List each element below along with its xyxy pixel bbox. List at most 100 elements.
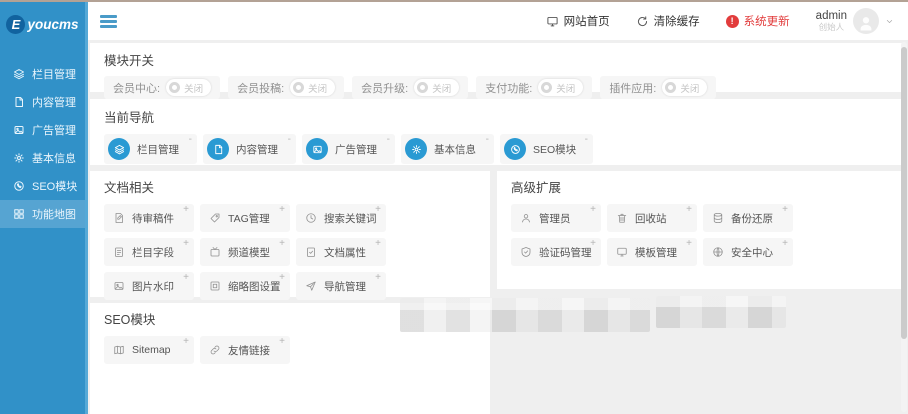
add-to-nav-button[interactable]: + xyxy=(375,273,381,283)
nav-card-column-manage[interactable]: 栏目管理 - xyxy=(104,134,197,164)
monitor-icon xyxy=(616,246,628,258)
app-logo[interactable]: E youcms xyxy=(0,2,85,34)
nav-card-content-manage[interactable]: 内容管理 - xyxy=(203,134,296,164)
toggle-knob xyxy=(541,82,553,93)
add-to-nav-button[interactable]: + xyxy=(590,239,596,249)
remove-from-nav-button[interactable]: - xyxy=(189,135,192,145)
card-image-watermark[interactable]: 图片水印 + xyxy=(104,272,194,300)
sidebar-item-ad-manage[interactable]: 广告管理 xyxy=(0,116,85,144)
card-recycle-bin[interactable]: 回收站 + xyxy=(607,204,697,232)
user-menu[interactable]: admin 创始人 xyxy=(816,8,894,34)
site-home-link[interactable]: 网站首页 xyxy=(546,13,610,29)
card-thumbnail-settings[interactable]: 缩略图设置 + xyxy=(200,272,290,300)
toggle-knob xyxy=(169,82,181,93)
module-switch-panel: 模块开关 会员中心: 关闭 会员投稿: 关闭 会员升级: 关闭 支付功能: 关闭… xyxy=(90,43,904,99)
clear-cache-link[interactable]: 清除缓存 xyxy=(636,13,700,29)
add-to-nav-button[interactable]: + xyxy=(279,205,285,215)
menu-toggle-icon[interactable] xyxy=(100,15,117,30)
gear-icon xyxy=(13,152,25,164)
card-grid: Sitemap + 友情链接 + xyxy=(104,336,392,364)
nav-card-basic-info[interactable]: 基本信息 - xyxy=(401,134,494,164)
layers-icon xyxy=(108,138,130,160)
card-captcha-manage[interactable]: 验证码管理 + xyxy=(511,238,601,266)
card-navigation-manage[interactable]: 导航管理 + xyxy=(296,272,386,300)
toggle-state: 关闭 xyxy=(308,83,328,95)
section-title: 当前导航 xyxy=(104,111,155,125)
sidebar-item-column-manage[interactable]: 栏目管理 xyxy=(0,60,85,88)
advanced-extension-panel: 高级扩展 管理员 + 回收站 + 备份还原 + 验证码管理 + 模板管理 + 安… xyxy=(497,171,902,289)
add-to-nav-button[interactable]: + xyxy=(782,205,788,215)
sidebar-item-function-map[interactable]: 功能地图 xyxy=(0,200,85,228)
system-update-link[interactable]: ! 系统更新 xyxy=(725,13,790,29)
sidebar-item-seo-module[interactable]: SEO模块 xyxy=(0,172,85,200)
add-to-nav-button[interactable]: + xyxy=(686,205,692,215)
sidebar-item-basic-info[interactable]: 基本信息 xyxy=(0,144,85,172)
link-icon xyxy=(209,344,221,356)
add-to-nav-button[interactable]: + xyxy=(782,239,788,249)
add-to-nav-button[interactable]: + xyxy=(279,273,285,283)
clock-icon xyxy=(305,212,317,224)
blurred-watermark xyxy=(400,298,650,332)
document-icon xyxy=(13,96,25,108)
refresh-icon xyxy=(636,15,649,28)
toggle-plugin-app[interactable]: 关闭 xyxy=(662,79,708,96)
card-tag-manage[interactable]: TAG管理 + xyxy=(200,204,290,232)
alert-badge-icon: ! xyxy=(725,14,739,28)
add-to-nav-button[interactable]: + xyxy=(686,239,692,249)
add-to-nav-button[interactable]: + xyxy=(590,205,596,215)
add-to-nav-button[interactable]: + xyxy=(279,337,285,347)
add-to-nav-button[interactable]: + xyxy=(183,273,189,283)
nav-card-seo-module[interactable]: SEO模块 - xyxy=(500,134,593,164)
user-icon xyxy=(857,14,875,32)
card-backup-restore[interactable]: 备份还原 + xyxy=(703,204,793,232)
card-pending-manuscripts[interactable]: 待审稿件 + xyxy=(104,204,194,232)
sidebar-item-label: 栏目管理 xyxy=(32,69,76,81)
card-search-keywords[interactable]: 搜索关键词 + xyxy=(296,204,386,232)
grid-icon xyxy=(13,208,25,220)
remove-from-nav-button[interactable]: - xyxy=(288,135,291,145)
card-document-attributes[interactable]: 文档属性 + xyxy=(296,238,386,266)
card-security-center[interactable]: 安全中心 + xyxy=(703,238,793,266)
card-column-fields[interactable]: 栏目字段 + xyxy=(104,238,194,266)
toggle-state: 关闭 xyxy=(432,83,452,95)
user-role: 创始人 xyxy=(818,21,845,32)
logo-text: youcms xyxy=(27,17,79,32)
switch-member-upgrade: 会员升级: 关闭 xyxy=(352,76,469,99)
nav-card-row: 栏目管理 - 内容管理 - 广告管理 - 基本信息 - SEO模块 - xyxy=(104,134,890,164)
paper-plane-icon xyxy=(305,280,317,292)
scrollbar-thumb[interactable] xyxy=(901,47,907,339)
add-to-nav-button[interactable]: + xyxy=(375,205,381,215)
main-content: 模块开关 会员中心: 关闭 会员投稿: 关闭 会员升级: 关闭 支付功能: 关闭… xyxy=(88,40,908,414)
card-administrators[interactable]: 管理员 + xyxy=(511,204,601,232)
remove-from-nav-button[interactable]: - xyxy=(585,135,588,145)
toggle-member-upgrade[interactable]: 关闭 xyxy=(414,79,460,96)
toggle-payment[interactable]: 关闭 xyxy=(538,79,584,96)
card-sitemap[interactable]: Sitemap + xyxy=(104,336,194,364)
add-to-nav-button[interactable]: + xyxy=(183,239,189,249)
current-nav-panel: 当前导航 栏目管理 - 内容管理 - 广告管理 - 基本信息 - SEO模块 - xyxy=(90,99,904,165)
card-template-manage[interactable]: 模板管理 + xyxy=(607,238,697,266)
trash-icon xyxy=(616,212,628,224)
switch-member-center: 会员中心: 关闭 xyxy=(104,76,221,99)
remove-from-nav-button[interactable]: - xyxy=(387,135,390,145)
card-channel-model[interactable]: 频道模型 + xyxy=(200,238,290,266)
add-to-nav-button[interactable]: + xyxy=(279,239,285,249)
nav-card-ad-manage[interactable]: 广告管理 - xyxy=(302,134,395,164)
toggle-knob xyxy=(665,82,677,93)
section-title: 高级扩展 xyxy=(511,181,562,195)
add-to-nav-button[interactable]: + xyxy=(183,205,189,215)
sidebar-item-content-manage[interactable]: 内容管理 xyxy=(0,88,85,116)
globe-icon xyxy=(712,246,724,258)
card-friendly-links[interactable]: 友情链接 + xyxy=(200,336,290,364)
add-to-nav-button[interactable]: + xyxy=(375,239,381,249)
username: admin xyxy=(815,9,847,22)
topbar-actions: 网站首页 清除缓存 ! 系统更新 admin 创始人 xyxy=(546,2,894,40)
remove-from-nav-button[interactable]: - xyxy=(486,135,489,145)
logo-badge: E xyxy=(6,15,26,34)
sidebar-menu: 栏目管理 内容管理 广告管理 基本信息 SEO模块 功能地图 xyxy=(0,60,85,228)
toggle-member-center[interactable]: 关闭 xyxy=(166,79,212,96)
add-to-nav-button[interactable]: + xyxy=(183,337,189,347)
site-home-label: 网站首页 xyxy=(563,16,610,28)
switch-plugin-app: 插件应用: 关闭 xyxy=(600,76,717,99)
toggle-member-submit[interactable]: 关闭 xyxy=(290,79,336,96)
